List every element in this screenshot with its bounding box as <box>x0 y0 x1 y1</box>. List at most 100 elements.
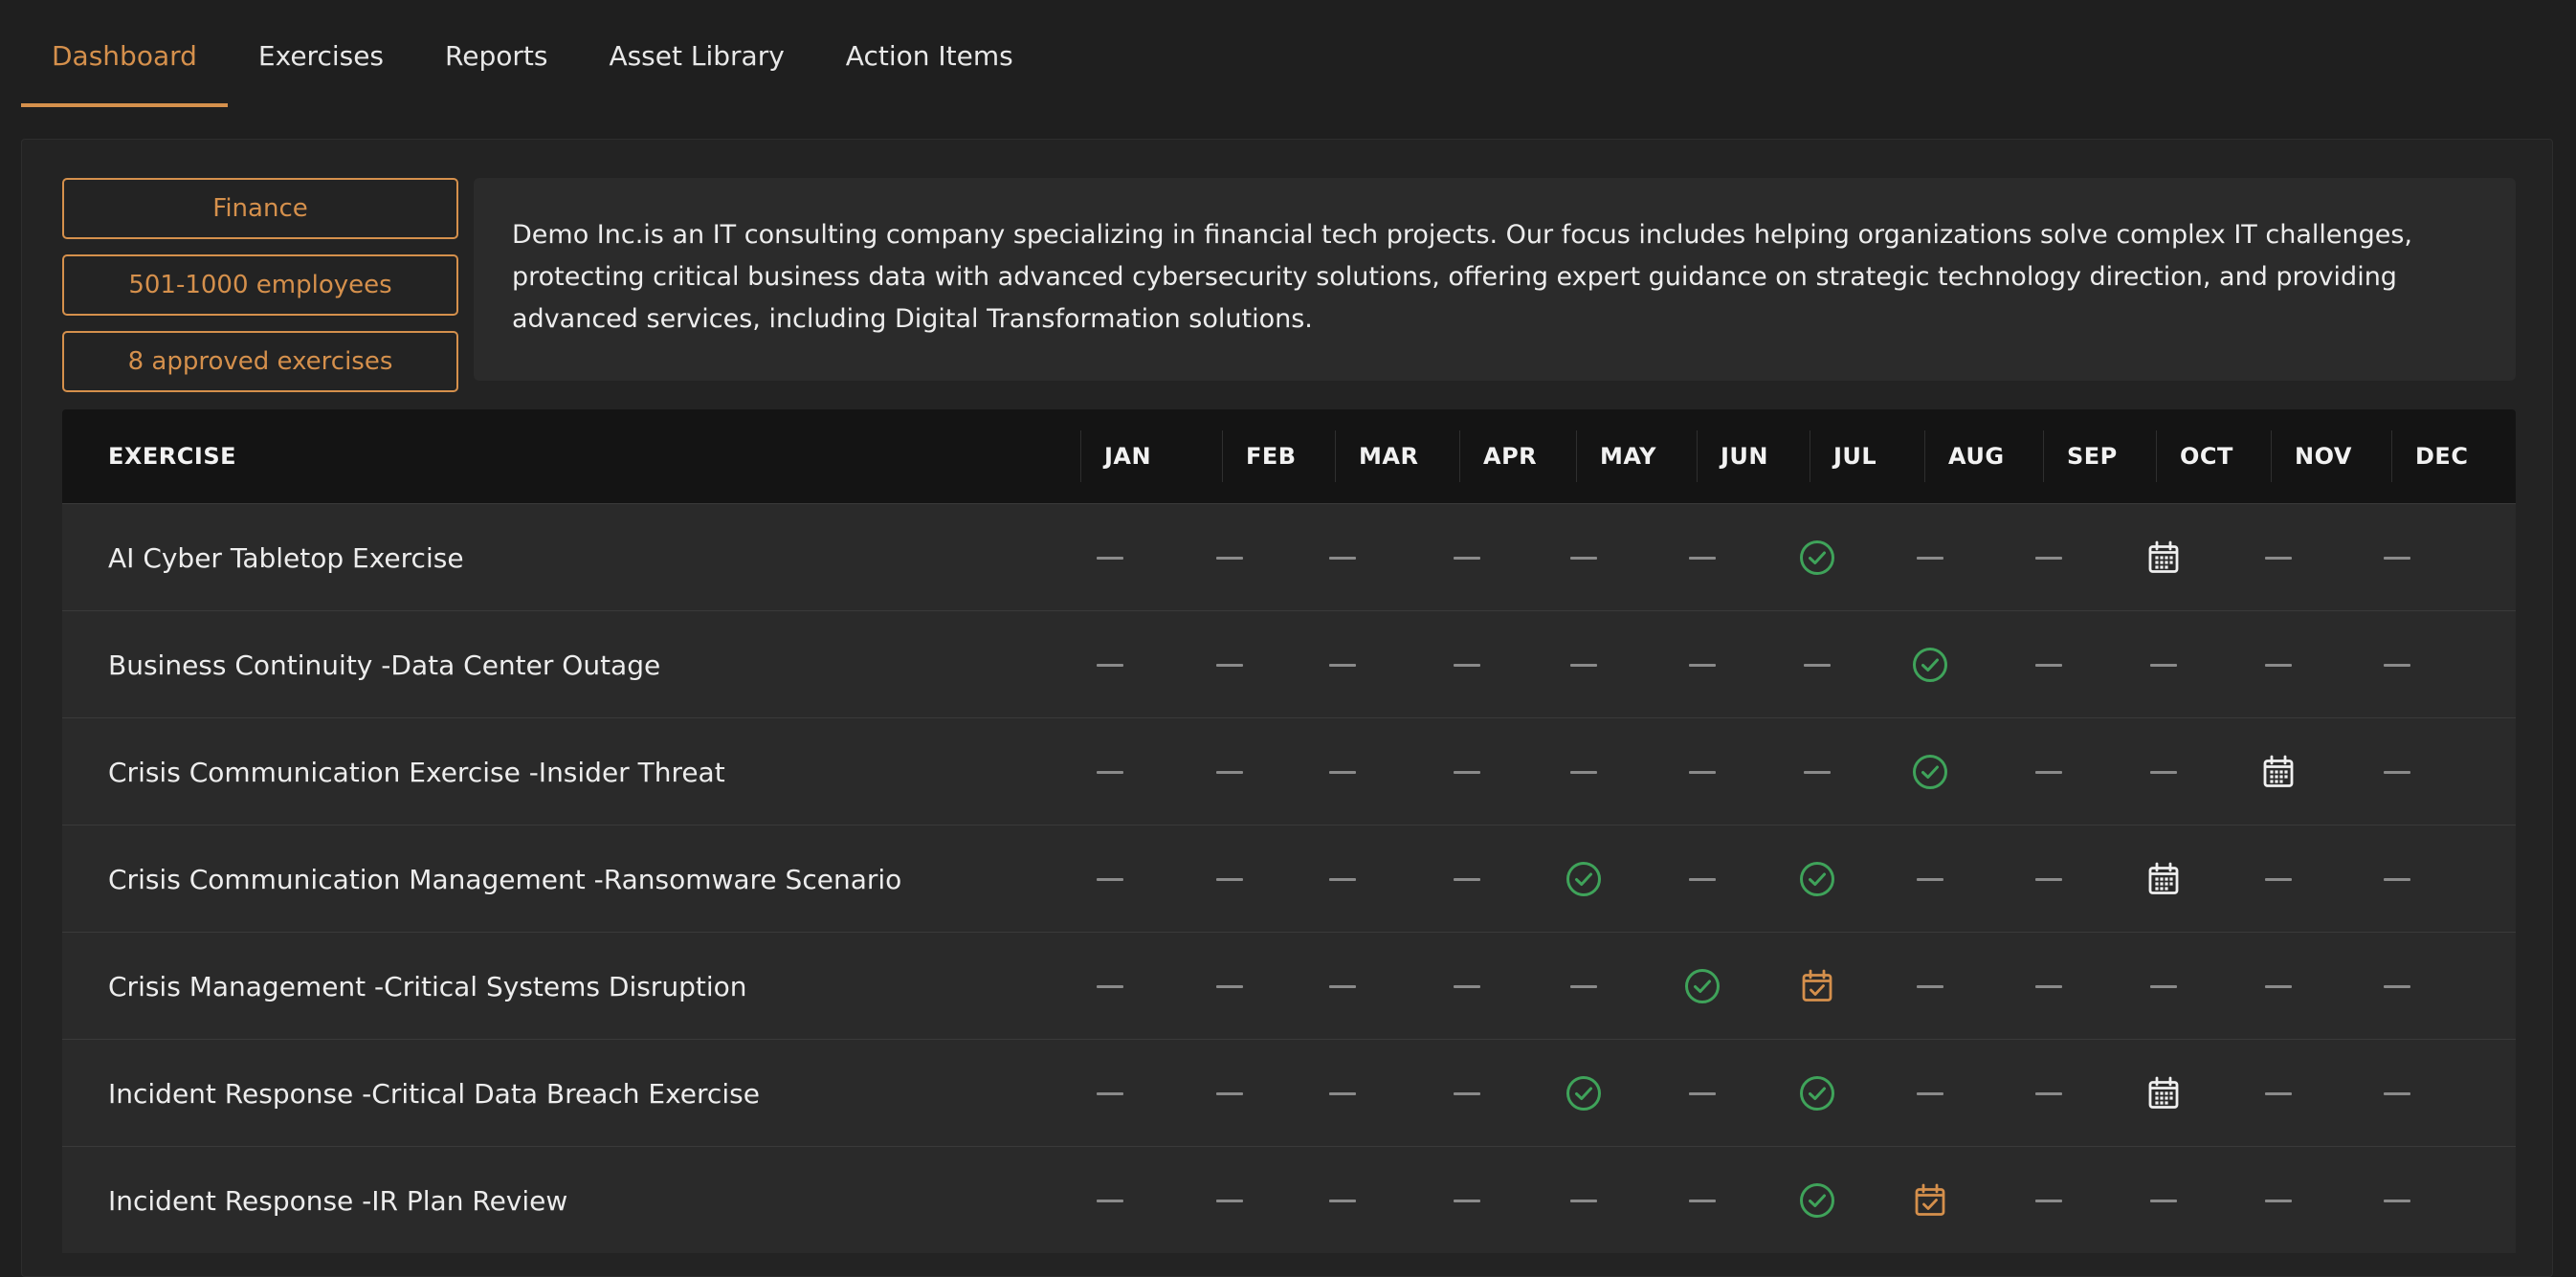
empty-month-cell-oct <box>2135 1147 2192 1254</box>
check-circle-icon[interactable] <box>1788 826 1846 933</box>
dash-placeholder <box>2265 984 2292 988</box>
empty-month-cell-nov <box>2250 504 2307 611</box>
dash-placeholder <box>1454 770 1480 774</box>
calendar-icon[interactable] <box>2250 718 2307 826</box>
exercise-name[interactable]: Business Continuity -Data Center Outage <box>108 611 660 718</box>
exercise-name[interactable]: Incident Response -IR Plan Review <box>108 1147 567 1254</box>
tab-action-items[interactable]: Action Items <box>815 21 1044 107</box>
dash-placeholder <box>2035 663 2062 667</box>
check-circle-icon[interactable] <box>1901 611 1959 718</box>
dash-placeholder <box>2265 1199 2292 1202</box>
check-circle-icon[interactable] <box>1555 826 1612 933</box>
dash-placeholder <box>1097 877 1123 881</box>
empty-month-cell-jul <box>1788 718 1846 826</box>
exercise-name[interactable]: AI Cyber Tabletop Exercise <box>108 504 464 611</box>
check-circle-icon[interactable] <box>1901 718 1959 826</box>
empty-month-cell-jun <box>1674 504 1731 611</box>
company-size-tag[interactable]: 501-1000 employees <box>62 254 458 316</box>
empty-month-cell-oct <box>2135 718 2192 826</box>
month-header-jun: JUN <box>1697 430 1768 482</box>
empty-month-cell-sep <box>2020 504 2077 611</box>
empty-month-cell-jan <box>1081 504 1139 611</box>
dash-placeholder <box>1454 984 1480 988</box>
empty-month-cell-sep <box>2020 1147 2077 1254</box>
tab-asset-library[interactable]: Asset Library <box>578 21 814 107</box>
empty-month-cell-mar <box>1314 611 1371 718</box>
calendar-icon[interactable] <box>2135 1040 2192 1147</box>
exercise-name[interactable]: Incident Response -Critical Data Breach … <box>108 1040 760 1147</box>
tab-dashboard[interactable]: Dashboard <box>21 21 228 107</box>
calendar-check-icon[interactable] <box>1788 933 1846 1040</box>
empty-month-cell-mar <box>1314 1147 1371 1254</box>
empty-month-cell-dec <box>2368 1040 2426 1147</box>
empty-month-cell-dec <box>2368 826 2426 933</box>
check-circle-icon[interactable] <box>1788 504 1846 611</box>
table-row[interactable]: Incident Response -IR Plan Review <box>62 1146 2516 1253</box>
dash-placeholder <box>1454 556 1480 560</box>
dash-placeholder <box>2035 984 2062 988</box>
calendar-icon[interactable] <box>2135 504 2192 611</box>
empty-month-cell-may <box>1555 718 1612 826</box>
table-row[interactable]: Crisis Communication Management -Ransomw… <box>62 825 2516 932</box>
dash-placeholder <box>1216 877 1243 881</box>
month-header-oct: OCT <box>2156 430 2233 482</box>
month-header-aug: AUG <box>1924 430 2005 482</box>
table-row[interactable]: Incident Response -Critical Data Breach … <box>62 1039 2516 1146</box>
month-header-feb: FEB <box>1222 430 1297 482</box>
dash-placeholder <box>2150 770 2177 774</box>
month-header-dec: DEC <box>2391 430 2468 482</box>
month-header-apr: APR <box>1459 430 1537 482</box>
company-tags: Finance 501-1000 employees 8 approved exer… <box>62 178 458 407</box>
dash-placeholder <box>2035 1091 2062 1095</box>
empty-month-cell-nov <box>2250 1040 2307 1147</box>
empty-month-cell-apr <box>1438 1147 1496 1254</box>
dash-placeholder <box>1917 984 1943 988</box>
approved-exercises-tag[interactable]: 8 approved exercises <box>62 331 458 392</box>
dash-placeholder <box>2384 770 2410 774</box>
dash-placeholder <box>1689 1199 1716 1202</box>
empty-month-cell-mar <box>1314 1040 1371 1147</box>
empty-month-cell-jan <box>1081 718 1139 826</box>
industry-tag[interactable]: Finance <box>62 178 458 239</box>
exercise-name[interactable]: Crisis Communication Management -Ransomw… <box>108 826 901 933</box>
month-header-mar: MAR <box>1335 430 1418 482</box>
dash-placeholder <box>2384 1091 2410 1095</box>
empty-month-cell-sep <box>2020 933 2077 1040</box>
empty-month-cell-aug <box>1901 1040 1959 1147</box>
dash-placeholder <box>1454 877 1480 881</box>
empty-month-cell-nov <box>2250 933 2307 1040</box>
empty-month-cell-jan <box>1081 1147 1139 1254</box>
empty-month-cell-mar <box>1314 718 1371 826</box>
calendar-icon[interactable] <box>2135 826 2192 933</box>
calendar-check-icon[interactable] <box>1901 1147 1959 1254</box>
tab-reports[interactable]: Reports <box>414 21 578 107</box>
exercise-name[interactable]: Crisis Communication Exercise -Insider T… <box>108 718 725 826</box>
table-row[interactable]: Business Continuity -Data Center Outage <box>62 610 2516 717</box>
empty-month-cell-jul <box>1788 611 1846 718</box>
dash-placeholder <box>2265 556 2292 560</box>
company-description: Demo Inc.is an IT consulting company spe… <box>474 178 2516 381</box>
check-circle-icon[interactable] <box>1788 1040 1846 1147</box>
table-row[interactable]: Crisis Management -Critical Systems Disr… <box>62 932 2516 1039</box>
empty-month-cell-nov <box>2250 826 2307 933</box>
empty-month-cell-may <box>1555 504 1612 611</box>
check-circle-icon[interactable] <box>1555 1040 1612 1147</box>
dash-placeholder <box>1570 556 1597 560</box>
table-row[interactable]: Crisis Communication Exercise -Insider T… <box>62 717 2516 825</box>
dash-placeholder <box>1917 556 1943 560</box>
empty-month-cell-feb <box>1201 1147 1258 1254</box>
check-circle-icon[interactable] <box>1674 933 1731 1040</box>
empty-month-cell-may <box>1555 933 1612 1040</box>
dash-placeholder <box>1917 1091 1943 1095</box>
dash-placeholder <box>1329 663 1356 667</box>
table-row[interactable]: AI Cyber Tabletop Exercise <box>62 503 2516 610</box>
empty-month-cell-sep <box>2020 611 2077 718</box>
exercise-name[interactable]: Crisis Management -Critical Systems Disr… <box>108 933 746 1040</box>
dash-placeholder <box>1689 556 1716 560</box>
check-circle-icon[interactable] <box>1788 1147 1846 1254</box>
dash-placeholder <box>1329 984 1356 988</box>
empty-month-cell-aug <box>1901 826 1959 933</box>
dash-placeholder <box>2384 877 2410 881</box>
tab-exercises[interactable]: Exercises <box>228 21 414 107</box>
empty-month-cell-dec <box>2368 1147 2426 1254</box>
